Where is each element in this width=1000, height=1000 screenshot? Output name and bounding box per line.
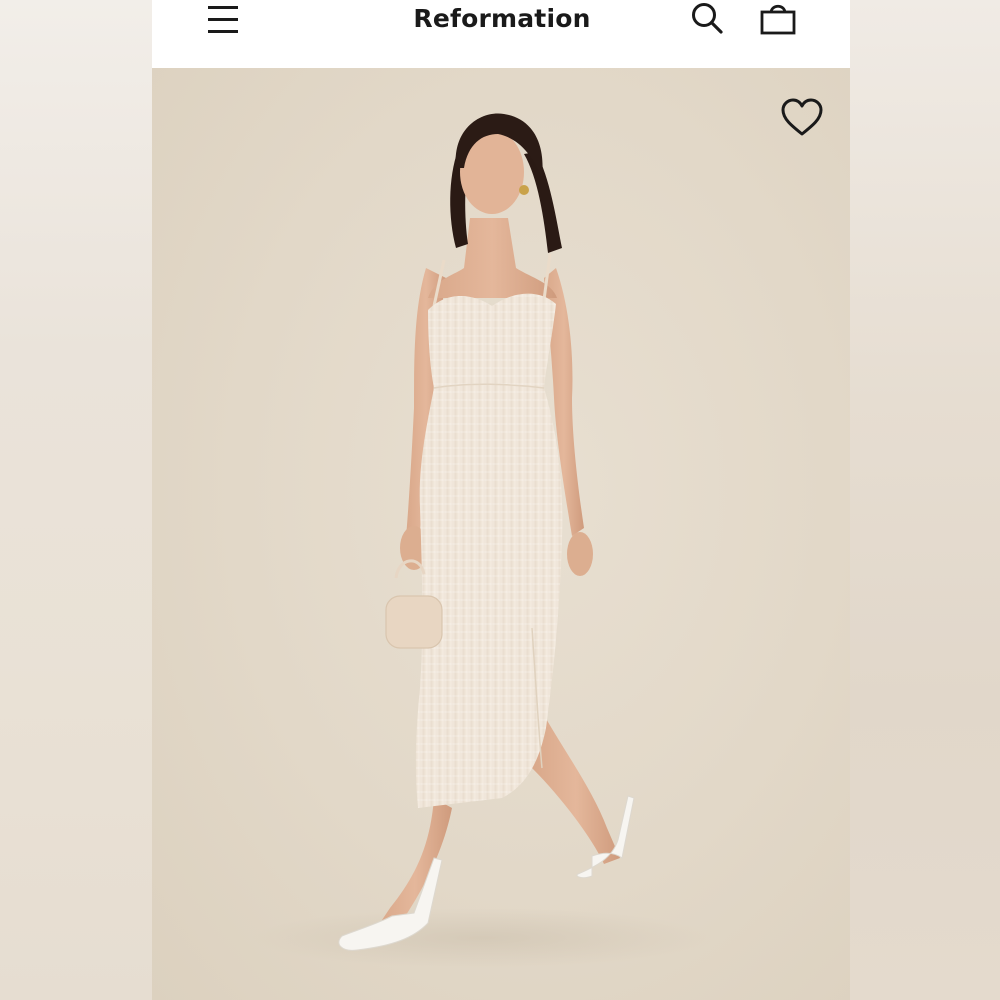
heart-icon xyxy=(781,98,823,136)
shopping-bag-icon xyxy=(760,4,796,35)
mobile-screen: Reformation xyxy=(152,0,850,1000)
hamburger-menu-icon-line-2 xyxy=(208,18,238,21)
wishlist-button[interactable] xyxy=(778,96,826,140)
blurred-right-margin xyxy=(850,0,1000,1000)
search-icon xyxy=(692,3,723,34)
page: Reformation xyxy=(0,0,1000,1000)
menu-button[interactable] xyxy=(206,2,240,36)
top-navigation-bar: Reformation xyxy=(152,0,850,68)
hamburger-menu-icon-line-1 xyxy=(208,6,238,9)
product-image[interactable] xyxy=(152,68,850,1000)
shopping-bag-button[interactable] xyxy=(758,0,798,40)
blurred-left-margin xyxy=(0,0,152,1000)
hamburger-menu-icon-line-3 xyxy=(208,30,238,33)
brand-logo[interactable]: Reformation xyxy=(382,2,622,36)
model-photo xyxy=(252,113,712,968)
search-button[interactable] xyxy=(688,0,728,40)
